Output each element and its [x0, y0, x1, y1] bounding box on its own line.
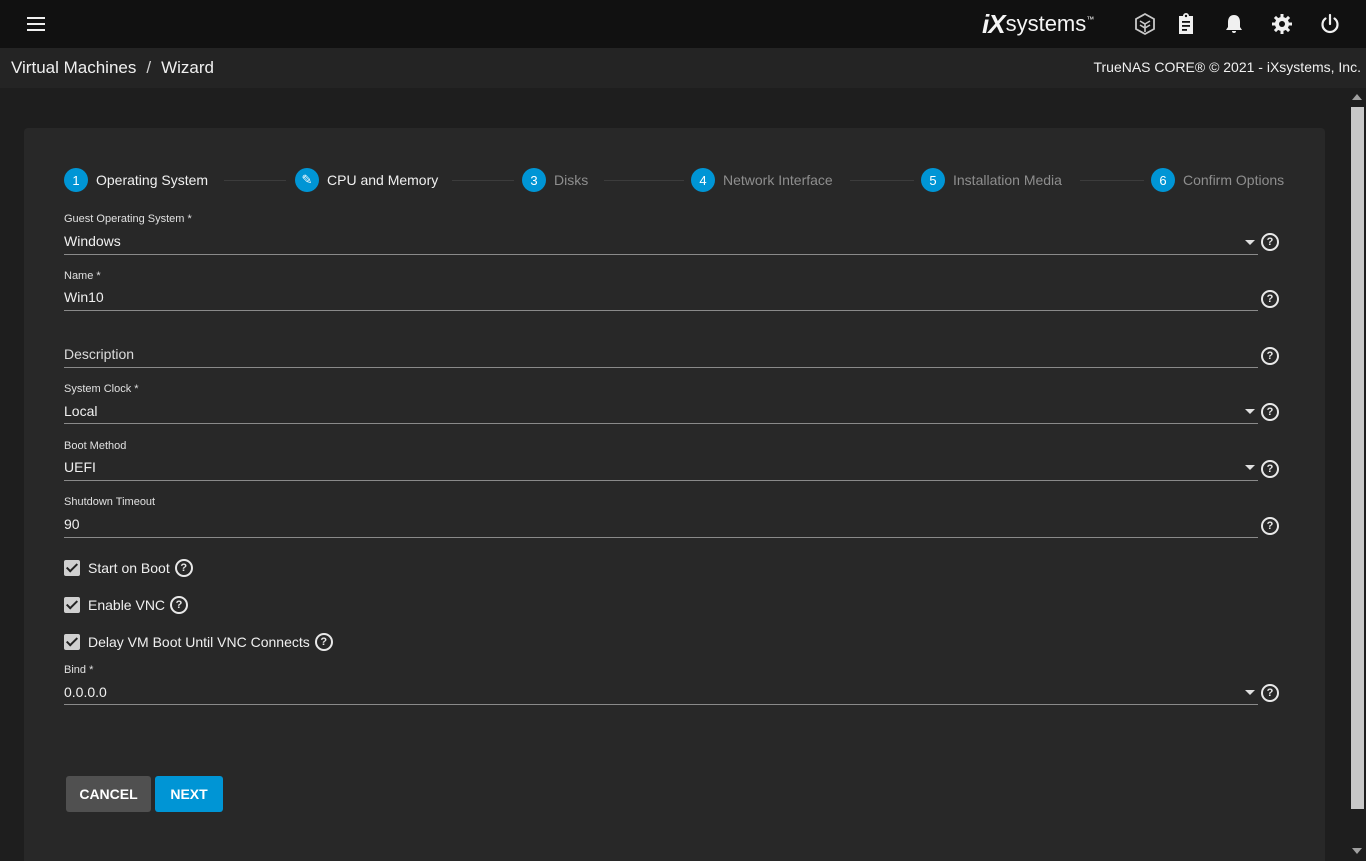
field-underline [64, 367, 1258, 368]
scroll-down-arrow-icon[interactable] [1352, 848, 1362, 854]
shutdown-timeout-input[interactable]: 90 [64, 516, 1254, 532]
start-on-boot-checkbox[interactable] [64, 560, 80, 576]
help-icon[interactable]: ? [1261, 290, 1279, 308]
step-label: Installation Media [953, 172, 1062, 188]
delay-vm-boot-checkbox[interactable] [64, 634, 80, 650]
enable-vnc-row: Enable VNC ? [64, 596, 189, 614]
step-connector [850, 180, 914, 181]
step-number-badge: 1 [64, 168, 88, 192]
step-operating-system[interactable]: 1 Operating System [64, 168, 208, 192]
step-network-interface[interactable]: 4 Network Interface [691, 168, 833, 192]
field-underline [64, 704, 1258, 705]
name-input[interactable]: Win10 [64, 289, 1254, 305]
pencil-icon: ✎ [295, 168, 319, 192]
help-icon[interactable]: ? [1261, 347, 1279, 365]
step-installation-media[interactable]: 5 Installation Media [921, 168, 1062, 192]
field-underline [64, 254, 1258, 255]
help-icon[interactable]: ? [1261, 684, 1279, 702]
start-on-boot-label[interactable]: Start on Boot [88, 560, 170, 576]
guest-os-label: Guest Operating System * [64, 213, 192, 225]
copyright-text: TrueNAS CORE® © 2021 - iXsystems, Inc. [1093, 59, 1361, 75]
field-underline [64, 480, 1258, 481]
chevron-down-icon[interactable] [1245, 690, 1255, 695]
help-icon[interactable]: ? [174, 559, 193, 577]
delay-vm-boot-row: Delay VM Boot Until VNC Connects ? [64, 633, 333, 651]
page-header: Virtual Machines / Wizard TrueNAS CORE® © … [0, 48, 1366, 88]
step-cpu-and-memory[interactable]: ✎ CPU and Memory [295, 168, 438, 192]
start-on-boot-row: Start on Boot ? [64, 559, 193, 577]
step-connector [452, 180, 514, 181]
logo-word: systems [1005, 11, 1087, 36]
breadcrumb-virtual-machines[interactable]: Virtual Machines [11, 58, 136, 77]
step-number-badge: 5 [921, 168, 945, 192]
bind-label: Bind * [64, 664, 94, 676]
cancel-button[interactable]: CANCEL [66, 776, 151, 812]
boot-method-select[interactable]: UEFI [64, 459, 1234, 475]
step-connector [224, 180, 286, 181]
help-icon[interactable]: ? [314, 633, 333, 651]
field-underline [64, 423, 1258, 424]
field-underline [64, 537, 1258, 538]
scrollbar-thumb[interactable] [1351, 107, 1364, 809]
breadcrumb-separator: / [146, 58, 152, 77]
guest-os-select[interactable]: Windows [64, 233, 1234, 249]
chevron-down-icon[interactable] [1245, 409, 1255, 414]
description-input[interactable]: Description [64, 346, 1254, 362]
bell-icon[interactable] [1222, 12, 1246, 36]
help-icon[interactable]: ? [1261, 460, 1279, 478]
step-label: Disks [554, 172, 589, 188]
shutdown-timeout-label: Shutdown Timeout [64, 496, 156, 508]
boot-method-label: Boot Method [64, 440, 127, 452]
help-icon[interactable]: ? [1261, 233, 1279, 251]
system-clock-label: System Clock * [64, 383, 139, 395]
name-label: Name * [64, 270, 101, 282]
step-confirm-options[interactable]: 6 Confirm Options [1151, 168, 1284, 192]
step-connector [1080, 180, 1144, 181]
help-icon[interactable]: ? [170, 596, 189, 614]
field-underline [64, 310, 1258, 311]
logo-mark: iX [982, 8, 1006, 39]
clipboard-icon[interactable] [1174, 12, 1198, 36]
step-label: CPU and Memory [327, 172, 439, 188]
help-icon[interactable]: ? [1261, 517, 1279, 535]
scroll-up-arrow-icon[interactable] [1352, 94, 1362, 100]
chevron-down-icon[interactable] [1245, 240, 1255, 245]
logo-trademark: ™ [1086, 14, 1095, 24]
truecommand-icon[interactable] [1133, 12, 1157, 36]
enable-vnc-checkbox[interactable] [64, 597, 80, 613]
gear-icon[interactable] [1270, 12, 1294, 36]
hamburger-icon[interactable] [24, 12, 48, 36]
bind-select[interactable]: 0.0.0.0 [64, 684, 1234, 700]
breadcrumb: Virtual Machines / Wizard [11, 58, 214, 78]
system-clock-select[interactable]: Local [64, 403, 1234, 419]
top-toolbar: iX systems ™ [0, 0, 1366, 48]
chevron-down-icon[interactable] [1245, 465, 1255, 470]
step-disks[interactable]: 3 Disks [522, 168, 588, 192]
delay-vm-boot-label[interactable]: Delay VM Boot Until VNC Connects [88, 634, 310, 650]
step-number-badge: 4 [691, 168, 715, 192]
help-icon[interactable]: ? [1261, 403, 1279, 421]
step-label: Operating System [96, 172, 209, 188]
ixsystems-logo[interactable]: iX systems ™ [982, 9, 1094, 39]
step-number-badge: 6 [1151, 168, 1175, 192]
next-button[interactable]: NEXT [155, 776, 223, 812]
breadcrumb-wizard: Wizard [161, 58, 214, 77]
step-connector [604, 180, 684, 181]
step-label: Network Interface [723, 172, 833, 188]
step-label: Confirm Options [1183, 172, 1285, 188]
step-number-badge: 3 [522, 168, 546, 192]
enable-vnc-label[interactable]: Enable VNC [88, 597, 165, 613]
power-icon[interactable] [1318, 12, 1342, 36]
